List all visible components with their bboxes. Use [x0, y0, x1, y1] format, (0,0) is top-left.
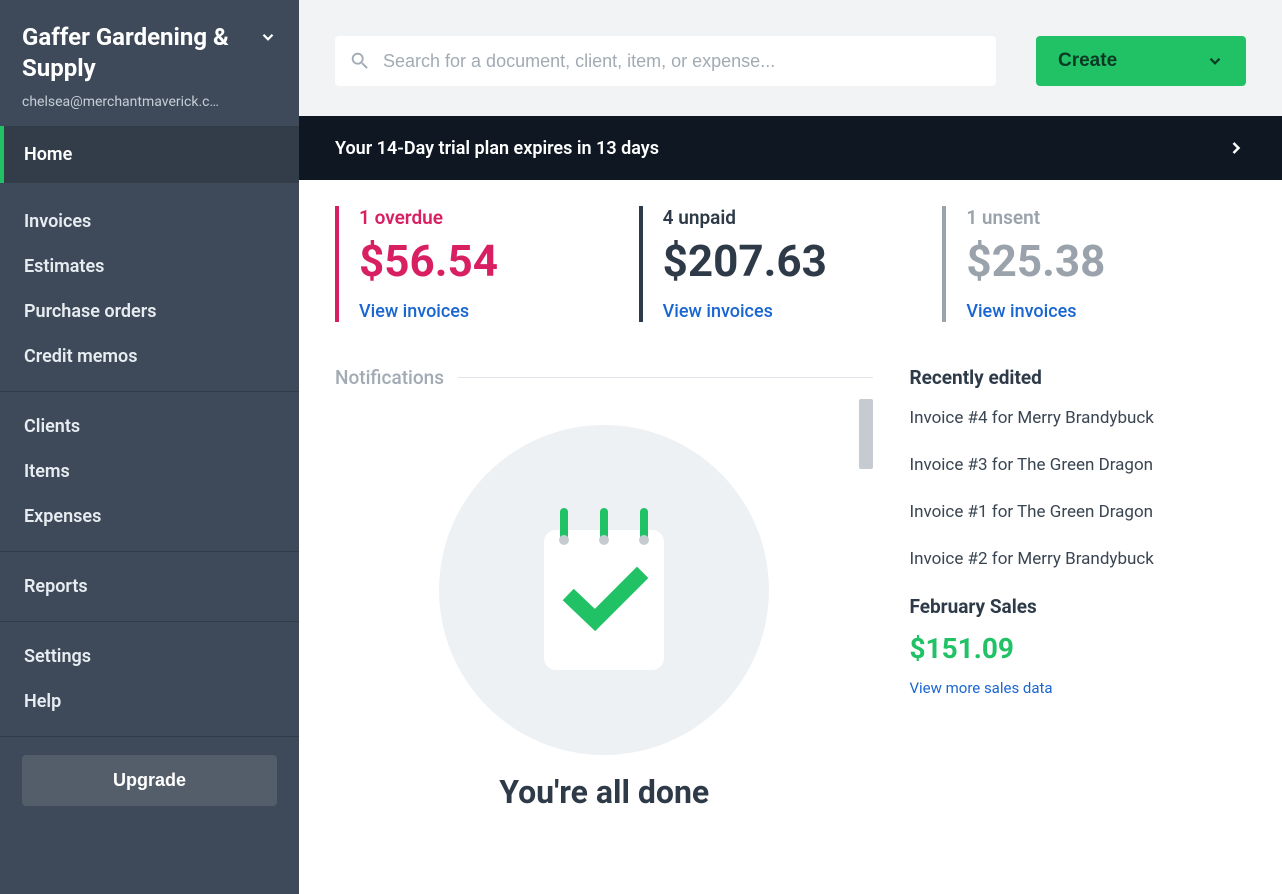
- sidebar-item-expenses[interactable]: Expenses: [0, 494, 299, 539]
- brand-row[interactable]: Gaffer Gardening & Supply: [22, 22, 277, 84]
- sidebar-item-purchase-orders[interactable]: Purchase orders: [0, 289, 299, 334]
- chevron-right-icon: [1226, 138, 1246, 158]
- notifications-panel: Notifications: [335, 366, 873, 811]
- lower-columns: Notifications: [335, 366, 1246, 811]
- all-done-text: You're all done: [499, 773, 709, 811]
- sidebar-item-home[interactable]: Home: [0, 126, 299, 183]
- stat-overdue-label: 1 overdue: [359, 206, 639, 229]
- upgrade-button[interactable]: Upgrade: [22, 755, 277, 806]
- stat-unsent-label: 1 unsent: [966, 206, 1246, 229]
- nav-group-reports: Reports: [0, 552, 299, 622]
- notifications-header: Notifications: [335, 366, 873, 389]
- sales-title: February Sales: [909, 595, 1246, 618]
- sidebar-item-reports[interactable]: Reports: [0, 564, 299, 609]
- topbar: Create: [299, 0, 1282, 116]
- trial-banner[interactable]: Your 14-Day trial plan expires in 13 day…: [299, 116, 1282, 180]
- sidebar-item-credit-memos[interactable]: Credit memos: [0, 334, 299, 379]
- divider: [458, 377, 873, 378]
- stat-unpaid-link[interactable]: View invoices: [663, 301, 943, 322]
- recent-item-0[interactable]: Invoice #4 for Merry Brandybuck: [909, 407, 1246, 430]
- notifications-body: You're all done: [335, 389, 873, 811]
- search-wrap: [335, 36, 996, 86]
- sidebar-item-invoices[interactable]: Invoices: [0, 199, 299, 244]
- nav-group-settings: Settings Help: [0, 622, 299, 737]
- stat-overdue-value: $56.54: [359, 235, 639, 287]
- search-icon: [349, 50, 371, 72]
- stat-overdue: 1 overdue $56.54 View invoices: [335, 206, 639, 322]
- nav-group-home: Home: [0, 122, 299, 187]
- recent-item-3[interactable]: Invoice #2 for Merry Brandybuck: [909, 548, 1246, 571]
- chevron-down-icon[interactable]: [259, 28, 277, 46]
- sidebar-item-estimates[interactable]: Estimates: [0, 244, 299, 289]
- sidebar-item-items[interactable]: Items: [0, 449, 299, 494]
- more-sales-link[interactable]: View more sales data: [909, 679, 1246, 697]
- scrollbar[interactable]: [859, 399, 873, 469]
- chevron-down-icon: [1206, 52, 1224, 70]
- trial-text: Your 14-Day trial plan expires in 13 day…: [335, 138, 659, 159]
- sidebar-item-clients[interactable]: Clients: [0, 404, 299, 449]
- recent-panel: Recently edited Invoice #4 for Merry Bra…: [909, 366, 1246, 811]
- nav-group-sales: Invoices Estimates Purchase orders Credi…: [0, 187, 299, 392]
- nav-group-people: Clients Items Expenses: [0, 392, 299, 552]
- stat-overdue-link[interactable]: View invoices: [359, 301, 639, 322]
- create-button[interactable]: Create: [1036, 36, 1246, 86]
- sales-value: $151.09: [909, 632, 1246, 665]
- stat-unpaid: 4 unpaid $207.63 View invoices: [639, 206, 943, 322]
- account-email: chelsea@merchantmaverick.c…: [22, 94, 232, 110]
- sidebar-item-settings[interactable]: Settings: [0, 634, 299, 679]
- stat-unsent-value: $25.38: [966, 235, 1246, 287]
- company-name: Gaffer Gardening & Supply: [22, 22, 232, 84]
- stat-unpaid-label: 4 unpaid: [663, 206, 943, 229]
- main: Create Your 14-Day trial plan expires in…: [299, 0, 1282, 894]
- search-input[interactable]: [335, 36, 996, 86]
- empty-state-circle: [439, 425, 769, 755]
- stats-row: 1 overdue $56.54 View invoices 4 unpaid …: [335, 206, 1246, 322]
- stat-unpaid-value: $207.63: [663, 235, 943, 287]
- stat-unsent-link[interactable]: View invoices: [966, 301, 1246, 322]
- content: 1 overdue $56.54 View invoices 4 unpaid …: [299, 180, 1282, 894]
- recent-title: Recently edited: [909, 366, 1246, 389]
- recent-item-2[interactable]: Invoice #1 for The Green Dragon: [909, 501, 1246, 524]
- brand-block: Gaffer Gardening & Supply chelsea@mercha…: [0, 0, 299, 122]
- sidebar-item-help[interactable]: Help: [0, 679, 299, 724]
- sidebar: Gaffer Gardening & Supply chelsea@mercha…: [0, 0, 299, 894]
- notifications-title: Notifications: [335, 366, 444, 389]
- stat-unsent: 1 unsent $25.38 View invoices: [942, 206, 1246, 322]
- upgrade-wrap: Upgrade: [0, 737, 299, 824]
- create-label: Create: [1058, 50, 1117, 72]
- recent-item-1[interactable]: Invoice #3 for The Green Dragon: [909, 454, 1246, 477]
- notepad-check-icon: [529, 500, 679, 680]
